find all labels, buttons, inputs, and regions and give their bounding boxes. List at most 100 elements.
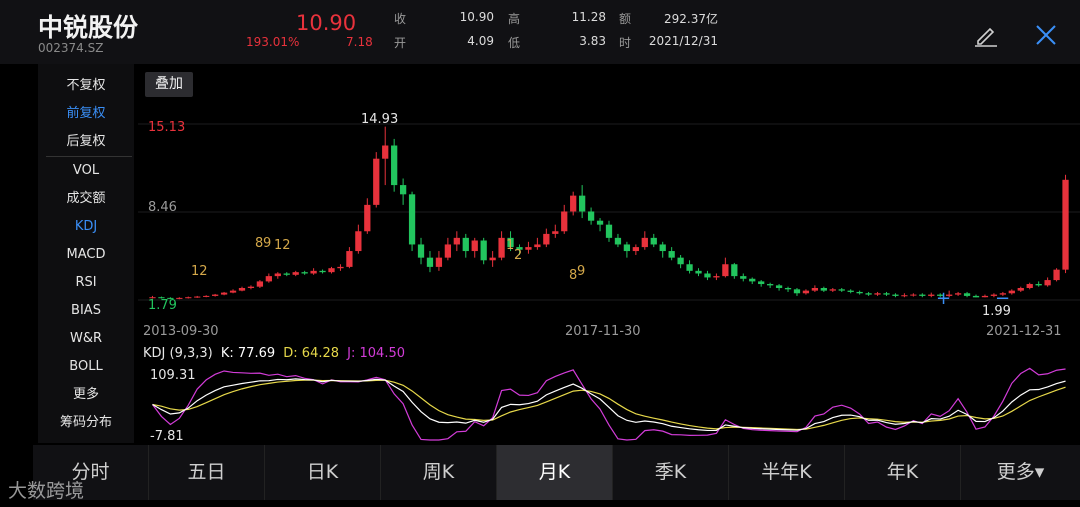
candle-body: [346, 251, 353, 267]
current-price: 10.90: [296, 11, 357, 35]
sidebar-item-more[interactable]: 更多: [38, 382, 134, 408]
candle: [435, 251, 443, 271]
high-annotation: 14.93: [361, 112, 399, 127]
candle: [892, 293, 899, 298]
candle-body: [453, 237, 460, 245]
sidebar-item-vol[interactable]: VOL: [38, 158, 134, 184]
tab-half-year[interactable]: 半年K: [729, 445, 845, 500]
sidebar-item-macd[interactable]: MACD: [38, 242, 134, 268]
tab-weekly[interactable]: 周K: [381, 445, 497, 500]
tab-monthly[interactable]: 月K: [497, 445, 613, 500]
kdj-chart[interactable]: [138, 364, 1080, 444]
candle-body: [543, 233, 550, 245]
candle-body: [919, 294, 926, 296]
change-amount: 7.18: [346, 35, 373, 49]
sidebar-item-forward-adjust[interactable]: 前复权: [38, 101, 134, 127]
sidebar-item-kdj[interactable]: KDJ: [38, 214, 134, 240]
candle-body: [820, 287, 827, 291]
candle: [758, 280, 765, 287]
candle: [194, 295, 201, 298]
sidebar-item-chip-distribution[interactable]: 筹码分布: [38, 410, 134, 436]
candle: [373, 152, 380, 208]
amount-label: 额: [619, 12, 632, 26]
candle-body: [328, 268, 335, 273]
tab-more[interactable]: 更多▾: [961, 445, 1080, 500]
sidebar-item-boll[interactable]: BOLL: [38, 354, 134, 380]
candle: [963, 291, 971, 298]
candle: [1026, 282, 1033, 290]
candle: [919, 293, 926, 298]
candle: [1053, 268, 1060, 282]
kdj-legend: KDJ (9,3,3) K: 77.69 D: 64.28 J: 104.50: [143, 346, 409, 361]
candle: [561, 204, 568, 234]
candle-body: [811, 287, 819, 291]
sidebar-item-no-adjust[interactable]: 不复权: [38, 73, 134, 99]
candle-body: [1035, 284, 1042, 286]
candle-body: [552, 231, 559, 234]
candle: [391, 138, 398, 192]
candle: [408, 191, 416, 252]
sidebar-item-turnover[interactable]: 成交额: [38, 186, 134, 212]
candle: [749, 277, 756, 285]
candle: [328, 266, 335, 274]
x-label-end: 2021-12-31: [986, 324, 1062, 339]
candle: [981, 294, 989, 298]
candle-body: [408, 194, 416, 245]
close-icon[interactable]: [1031, 20, 1061, 50]
sidebar-item-rsi[interactable]: RSI: [38, 270, 134, 296]
candle-body: [382, 145, 389, 159]
candle-body: [981, 295, 989, 298]
candle-body: [749, 278, 756, 282]
candle-body: [605, 224, 613, 238]
candle-body: [587, 211, 595, 221]
candle: [847, 289, 854, 294]
candle-body: [212, 294, 219, 296]
pencil-icon[interactable]: [971, 20, 1001, 50]
tab-quarterly[interactable]: 季K: [613, 445, 729, 500]
x-label-start: 2013-09-30: [143, 324, 219, 339]
marker-label: 12: [191, 264, 208, 279]
kdj-d-line: [152, 379, 1066, 431]
candle: [650, 233, 657, 248]
candle-body: [758, 281, 765, 285]
tab-five-day[interactable]: 五日: [149, 445, 265, 500]
period-tabs: 分时 五日 日K 周K 月K 季K 半年K 年K 更多▾: [33, 445, 1080, 500]
candle: [176, 297, 183, 300]
candle-body: [1053, 269, 1060, 281]
candle: [453, 231, 460, 252]
open-value: 4.09: [467, 34, 494, 48]
sidebar-item-wr[interactable]: W&R: [38, 326, 134, 352]
candle-body: [238, 287, 246, 291]
high-value: 11.28: [571, 10, 606, 24]
candle: [632, 244, 639, 256]
time-label: 时: [619, 36, 632, 50]
time-value: 2021/12/31: [648, 34, 718, 48]
tab-daily[interactable]: 日K: [265, 445, 381, 500]
candle-body: [462, 237, 469, 252]
candle-body: [444, 244, 452, 258]
candle-body: [641, 237, 648, 248]
close-label: 收: [394, 12, 407, 26]
candle: [713, 273, 720, 281]
candle: [874, 291, 881, 296]
overlay-button[interactable]: 叠加: [145, 72, 193, 97]
candle-body: [480, 240, 487, 261]
candle-body: [901, 295, 908, 297]
candle-body: [561, 211, 568, 232]
candle: [480, 237, 487, 265]
kdj-params: KDJ (9,3,3): [143, 346, 213, 361]
sidebar-divider: [46, 156, 132, 157]
candle: [399, 178, 407, 205]
candle-body: [596, 220, 604, 225]
candle: [283, 272, 290, 277]
amount-value: 292.37亿: [664, 12, 718, 26]
indicator-sidebar: 不复权 前复权 后复权 VOL 成交额 KDJ MACD RSI BIAS W&…: [38, 64, 134, 443]
candle: [865, 291, 872, 296]
candle: [641, 231, 648, 250]
candle-body: [265, 276, 272, 282]
tab-yearly[interactable]: 年K: [845, 445, 961, 500]
sidebar-item-bias[interactable]: BIAS: [38, 298, 134, 324]
candle-body: [793, 289, 801, 294]
sidebar-item-backward-adjust[interactable]: 后复权: [38, 129, 134, 155]
candlestick-chart[interactable]: + −: [138, 100, 1080, 340]
